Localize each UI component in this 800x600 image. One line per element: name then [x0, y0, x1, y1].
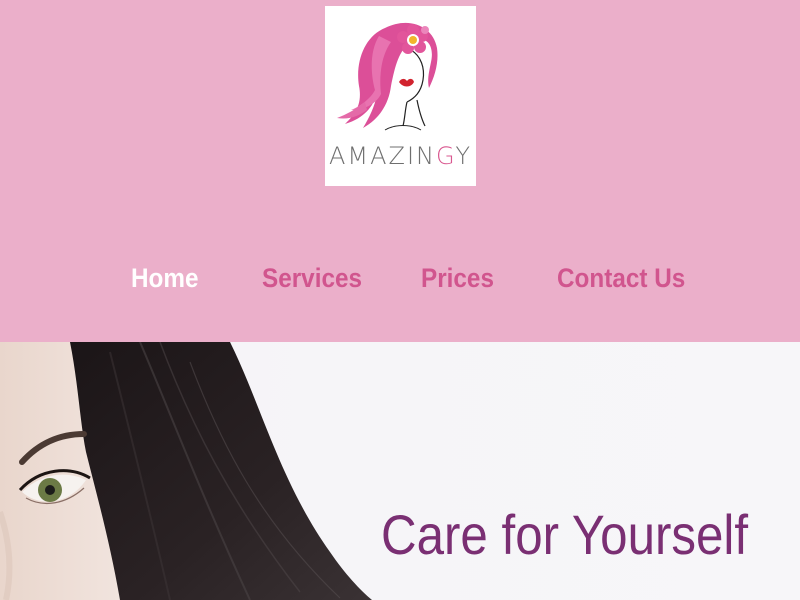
woman-dark-hair-photo: [0, 342, 372, 600]
nav-item-prices[interactable]: Prices: [421, 258, 494, 302]
brand-logo[interactable]: AMAZINGY: [325, 6, 476, 186]
woman-with-flower-icon: [337, 22, 438, 131]
hero-title: Care for Yourself: [381, 503, 749, 566]
wordmark-part: AMAZIN: [328, 142, 436, 170]
nav-item-home[interactable]: Home: [131, 258, 199, 302]
hero-banner: Care for Yourself: [0, 342, 800, 600]
site-header: AMAZINGY Home Services Prices Contact Us: [0, 0, 800, 342]
wordmark-part: Y: [455, 142, 473, 170]
brand-wordmark: AMAZINGY: [325, 142, 476, 170]
nav-item-services[interactable]: Services: [262, 258, 362, 302]
wordmark-accent-letter: G: [435, 142, 456, 170]
main-nav: Home Services Prices Contact Us: [0, 258, 800, 302]
nav-item-contact-us[interactable]: Contact Us: [557, 258, 685, 302]
